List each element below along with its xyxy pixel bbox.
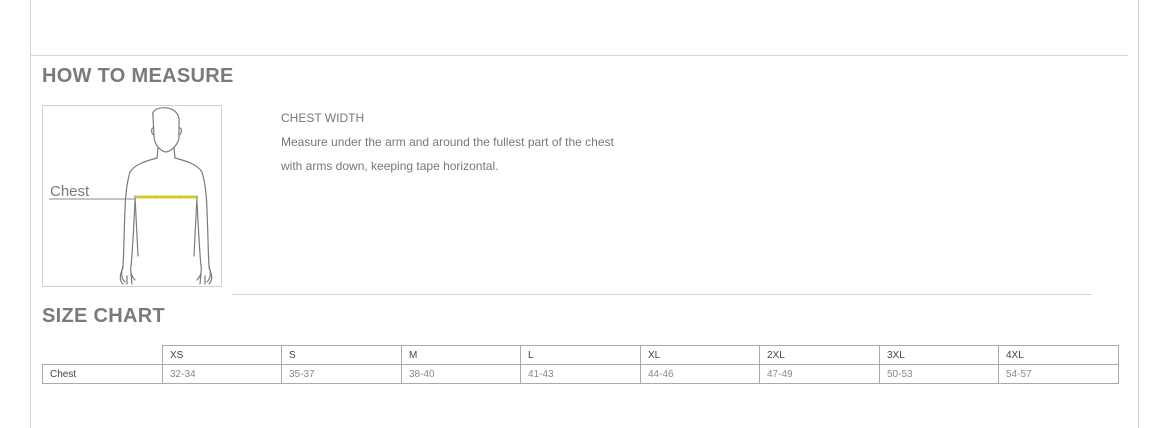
measurement-figure: Chest <box>42 105 222 287</box>
value-cell: 38-40 <box>401 364 521 384</box>
value-cell: 32-34 <box>162 364 282 384</box>
value-cell: 35-37 <box>281 364 402 384</box>
size-header-cell: XS <box>162 345 282 365</box>
middle-divider <box>232 294 1092 295</box>
measure-heading: CHEST WIDTH <box>281 111 365 125</box>
row-label: Chest <box>42 364 163 384</box>
how-to-measure-title: HOW TO MEASURE <box>42 65 234 87</box>
top-divider <box>31 55 1128 56</box>
size-header-cell: S <box>281 345 402 365</box>
size-header-cell: XL <box>640 345 760 365</box>
measure-line-1: Measure under the arm and around the ful… <box>281 135 614 149</box>
measure-instructions: CHEST WIDTH Measure under the arm and ar… <box>281 111 614 183</box>
figure-chest-label: Chest <box>50 183 90 200</box>
size-header-cell: 2XL <box>759 345 880 365</box>
size-header-cell: 3XL <box>879 345 999 365</box>
value-cell: 50-53 <box>879 364 999 384</box>
body-outline-illustration: Chest <box>49 107 213 285</box>
measure-line-2: with arms down, keeping tape horizontal. <box>281 159 499 173</box>
size-header-cell: M <box>401 345 521 365</box>
corner-cell <box>42 345 163 365</box>
size-header-cell: L <box>520 345 641 365</box>
size-chart-title: SIZE CHART <box>42 305 165 327</box>
chest-row: Chest 32-34 35-37 38-40 41-43 44-46 47-4… <box>42 364 1119 384</box>
value-cell: 47-49 <box>759 364 880 384</box>
size-header-row: XS S M L XL 2XL 3XL 4XL <box>42 345 1119 365</box>
value-cell: 44-46 <box>640 364 760 384</box>
size-header-cell: 4XL <box>998 345 1119 365</box>
value-cell: 54-57 <box>998 364 1119 384</box>
value-cell: 41-43 <box>520 364 641 384</box>
size-chart-table: XS S M L XL 2XL 3XL 4XL Chest 32-34 35-3… <box>42 345 1119 384</box>
